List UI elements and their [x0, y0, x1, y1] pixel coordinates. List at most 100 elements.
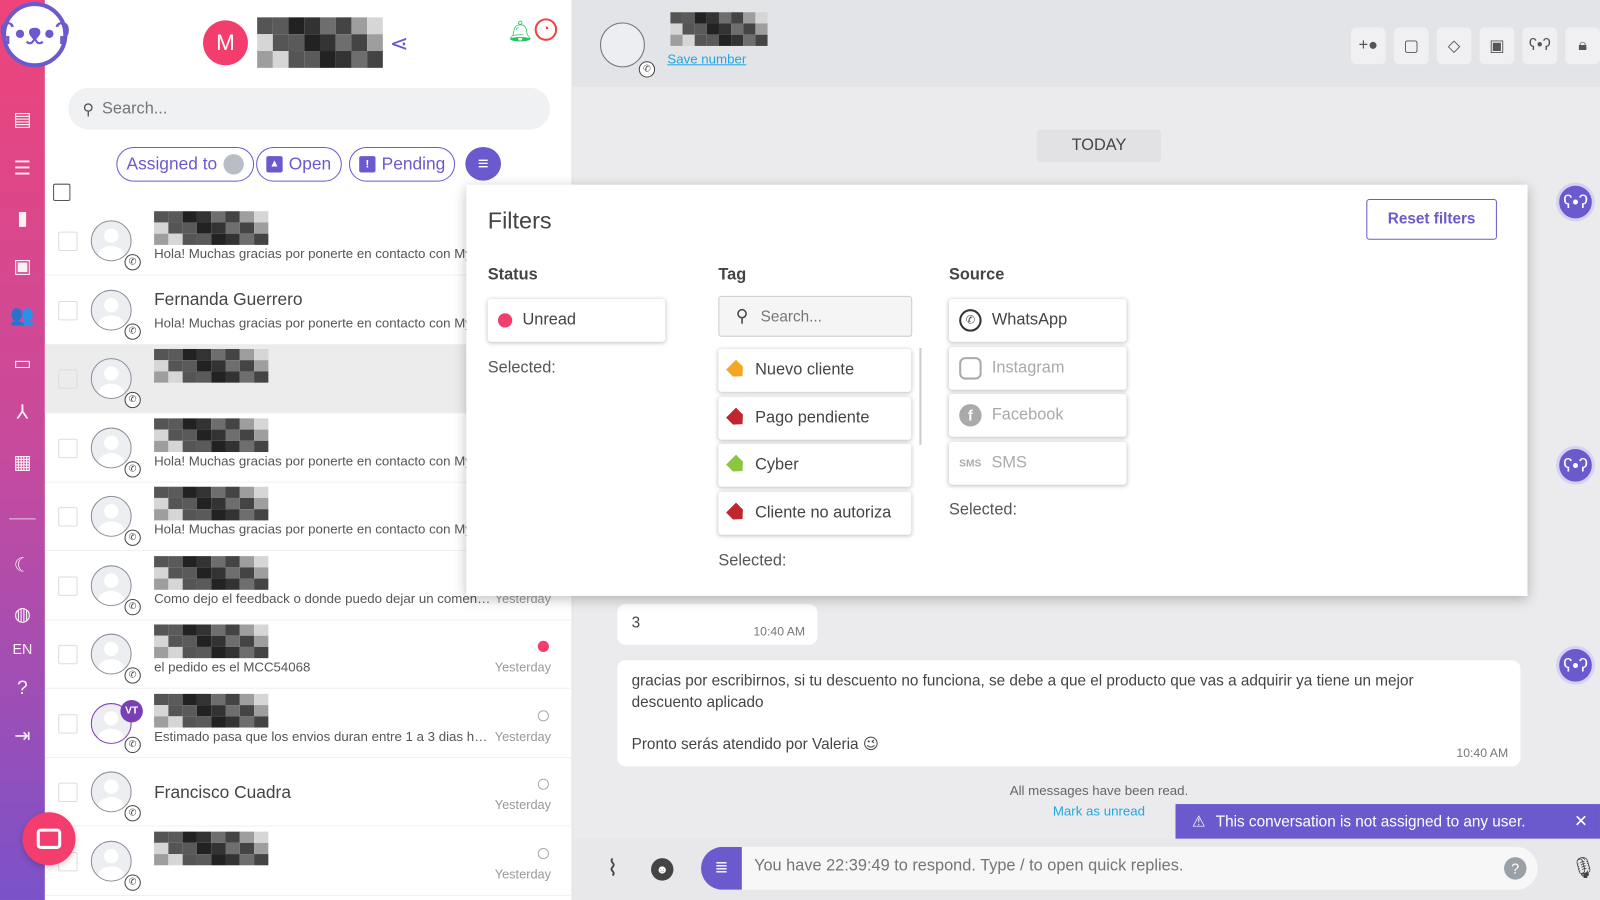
- assigned-to-filter[interactable]: Assigned to: [116, 146, 254, 182]
- whatsapp-icon: ✆: [124, 736, 141, 753]
- status-option-unread[interactable]: Unread: [487, 298, 666, 342]
- clock-icon[interactable]: ◔: [534, 18, 558, 41]
- blur-pixel: [196, 831, 212, 843]
- logout-icon[interactable]: ⇥: [10, 724, 34, 748]
- blur-pixel: [257, 34, 273, 52]
- help-icon[interactable]: ?: [10, 677, 34, 701]
- globe-icon[interactable]: ◍: [10, 603, 34, 627]
- conversations-icon[interactable]: ▤: [10, 108, 34, 132]
- chat-widget-button[interactable]: [22, 812, 76, 866]
- filters-toggle-button[interactable]: ≡: [465, 146, 502, 181]
- tag-option[interactable]: Nuevo cliente: [718, 348, 912, 392]
- blur-pixel: [239, 578, 255, 590]
- chip-label: Open: [288, 154, 332, 174]
- user-avatar[interactable]: M: [203, 20, 248, 66]
- tag-button[interactable]: ◇: [1436, 27, 1472, 65]
- row-checkbox[interactable]: [58, 231, 78, 252]
- row-checkbox[interactable]: [58, 713, 78, 734]
- whatsapp-icon: ✆: [124, 322, 141, 340]
- blur-pixel: [196, 566, 212, 579]
- bear-logo[interactable]: ʕ•ᴥ•ʔ: [0, 2, 70, 68]
- blur-pixel: [225, 646, 240, 659]
- source-selected: Selected:: [948, 501, 1018, 519]
- language-label[interactable]: EN: [10, 637, 34, 661]
- integrations-icon[interactable]: ⅄: [10, 401, 34, 425]
- chat-header: ✆ Save number +● ▢ ◇ ▣ ʕ•ʔ 🔒︎: [572, 0, 1600, 87]
- row-checkbox[interactable]: [58, 576, 78, 596]
- source-option-facebook[interactable]: f Facebook: [948, 393, 1127, 437]
- tag-search-field[interactable]: [760, 307, 894, 325]
- tag-option[interactable]: Pago pendiente: [718, 396, 912, 440]
- blur-pixel: [225, 486, 240, 498]
- table-icon[interactable]: ▦: [10, 451, 34, 475]
- reset-filters-button[interactable]: Reset filters: [1366, 198, 1497, 240]
- blur-pixel: [225, 853, 240, 865]
- moon-icon[interactable]: ☾: [10, 554, 34, 578]
- conversation-row[interactable]: ✆ Yesterday: [44, 827, 573, 896]
- quick-replies-icon[interactable]: ≣: [701, 846, 742, 890]
- blur-pixel: [254, 486, 269, 498]
- add-contact-button[interactable]: +●: [1351, 27, 1386, 65]
- row-checkbox[interactable]: [58, 782, 78, 803]
- blur-pixel: [211, 704, 226, 716]
- source-option-instagram[interactable]: Instagram: [948, 346, 1127, 390]
- blur-pixel: [154, 831, 169, 843]
- team-icon[interactable]: 👥: [10, 304, 34, 328]
- emoji-icon[interactable]: ☻: [651, 858, 674, 881]
- blurred-contact-name: [154, 555, 269, 590]
- blur-pixel: [731, 34, 744, 46]
- search-field[interactable]: [102, 99, 511, 118]
- blur-pixel: [211, 853, 226, 865]
- blur-pixel: [182, 509, 197, 521]
- blurred-account-name: [257, 17, 383, 68]
- tag-list-scrollbar[interactable]: [919, 347, 922, 445]
- tag-option[interactable]: Cliente no autoriza: [718, 491, 912, 535]
- note-button[interactable]: ▢: [1393, 27, 1429, 65]
- conversation-row[interactable]: ✆ el pedido es el MCC54068 Yesterday: [44, 620, 573, 689]
- archive-button[interactable]: ▣: [1479, 27, 1515, 65]
- row-checkbox[interactable]: [58, 300, 78, 320]
- filter-icon[interactable]: ☰: [10, 157, 34, 181]
- paperclip-icon[interactable]: ⌇: [607, 855, 618, 882]
- blur-pixel: [168, 624, 183, 636]
- blur-pixel: [706, 34, 719, 46]
- row-checkbox[interactable]: [58, 369, 78, 389]
- select-all-checkbox[interactable]: [53, 183, 71, 202]
- row-checkbox[interactable]: [58, 507, 78, 527]
- blurred-contact-name: [154, 211, 269, 245]
- tag-option[interactable]: Cyber: [718, 443, 912, 487]
- conversation-row[interactable]: ✆ Francisco Cuadra Yesterday: [44, 758, 573, 827]
- conversation-row[interactable]: ✆ VT Estimado pasa que los envios duran en…: [44, 689, 573, 758]
- help-icon[interactable]: ?: [1504, 857, 1527, 880]
- open-filter[interactable]: ▲ Open: [256, 146, 342, 182]
- row-checkbox[interactable]: [58, 644, 78, 665]
- message-field[interactable]: [754, 857, 1469, 876]
- messages-icon[interactable]: ▭: [10, 352, 34, 376]
- close-icon[interactable]: ✕: [1574, 811, 1588, 831]
- blur-pixel: [239, 371, 255, 383]
- bot-button[interactable]: ʕ•ʔ: [1522, 27, 1558, 65]
- blur-pixel: [168, 360, 183, 372]
- reports-icon[interactable]: ▮: [10, 207, 34, 231]
- tag-search-input[interactable]: ⚲: [718, 295, 913, 337]
- source-option-sms[interactable]: SMS SMS: [948, 441, 1127, 485]
- share-icon[interactable]: ⋖: [390, 31, 409, 58]
- contacts-card-icon[interactable]: ▣: [10, 255, 34, 279]
- blur-pixel: [211, 233, 226, 245]
- blur-pixel: [182, 417, 197, 430]
- lock-button[interactable]: 🔒︎: [1565, 27, 1600, 65]
- source-option-whatsapp[interactable]: ✆ WhatsApp: [948, 298, 1127, 342]
- search-input[interactable]: ⚲: [68, 87, 550, 130]
- status-circle: [537, 778, 549, 790]
- blur-pixel: [288, 34, 305, 52]
- pending-filter[interactable]: ! Pending: [348, 146, 456, 182]
- bell-icon[interactable]: 🔔︎: [507, 18, 533, 44]
- blur-pixel: [225, 440, 240, 452]
- warning-text: This conversation is not assigned to any…: [1215, 812, 1526, 831]
- microphone-icon[interactable]: 🎙︎: [1570, 855, 1596, 881]
- save-number-link[interactable]: Save number: [667, 51, 746, 66]
- message-input[interactable]: ≣ ?: [701, 846, 1538, 890]
- blur-pixel: [211, 715, 226, 728]
- row-checkbox[interactable]: [58, 438, 78, 458]
- blur-pixel: [254, 509, 269, 521]
